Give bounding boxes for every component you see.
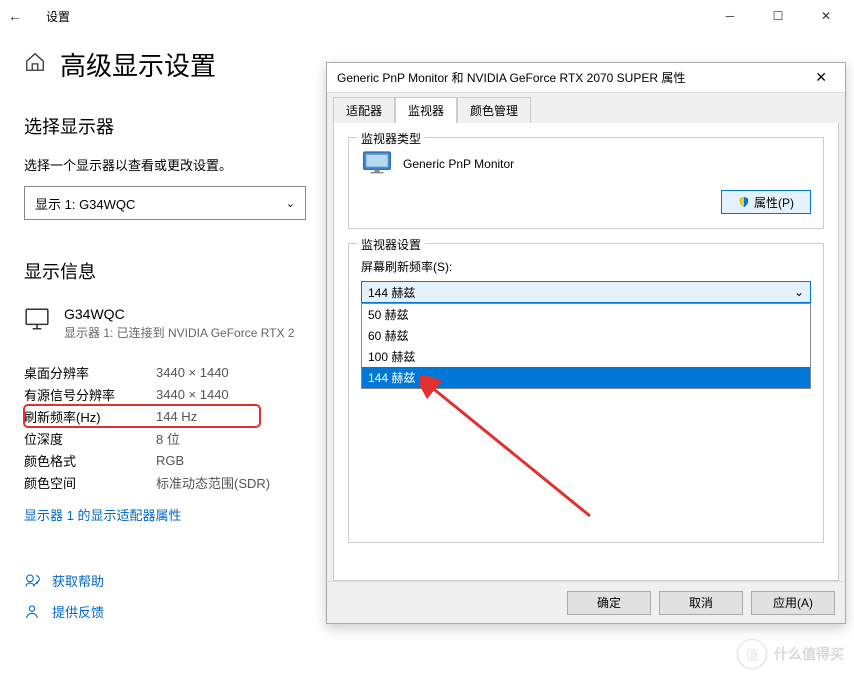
monitor-type-name: Generic PnP Monitor	[403, 157, 514, 171]
tab-monitor[interactable]: 监视器	[395, 97, 457, 123]
svg-text:值: 值	[745, 646, 759, 662]
refresh-rate-option[interactable]: 50 赫兹	[362, 304, 810, 325]
chevron-down-icon: ⌄	[794, 285, 804, 299]
properties-button[interactable]: 属性(P)	[721, 190, 811, 214]
monitor-desc: 显示器 1: 已连接到 NVIDIA GeForce RTX 2	[64, 324, 295, 341]
app-title: 设置	[46, 8, 70, 25]
refresh-rate-dropdown[interactable]: 144 赫兹 ⌄ 50 赫兹 60 赫兹 100 赫兹 144 赫兹	[361, 281, 811, 303]
watermark: 值 什么值得买	[736, 638, 844, 670]
maximize-button[interactable]: ☐	[758, 1, 798, 31]
refresh-rate-option[interactable]: 144 赫兹	[362, 367, 810, 388]
adapter-link[interactable]: 显示器 1 的显示适配器属性	[24, 505, 181, 524]
tab-adapter[interactable]: 适配器	[333, 97, 395, 123]
back-button[interactable]: ←	[8, 8, 22, 24]
monitor-properties-dialog: Generic PnP Monitor 和 NVIDIA GeForce RTX…	[326, 62, 846, 624]
dialog-close-button[interactable]: ✕	[807, 67, 835, 88]
dialog-titlebar: Generic PnP Monitor 和 NVIDIA GeForce RTX…	[327, 63, 845, 93]
ok-button[interactable]: 确定	[567, 591, 651, 615]
cancel-button[interactable]: 取消	[659, 591, 743, 615]
info-row-refresh: 刷新频率(Hz)144 Hz	[24, 405, 260, 427]
chevron-down-icon: ⌄	[286, 197, 295, 210]
minimize-button[interactable]: ─	[710, 1, 750, 31]
dialog-panel: 监视器类型 Generic PnP Monitor 属性(P) 监视器设置 屏幕…	[333, 123, 839, 581]
refresh-rate-label: 屏幕刷新频率(S):	[361, 258, 811, 275]
group-monitor-settings: 监视器设置 屏幕刷新频率(S): 144 赫兹 ⌄ 50 赫兹 60 赫兹 10…	[348, 243, 824, 543]
monitor-name: G34WQC	[64, 306, 295, 322]
monitor-device-icon	[361, 148, 393, 180]
home-icon[interactable]	[24, 51, 46, 78]
close-button[interactable]: ✕	[806, 1, 846, 31]
titlebar: ← 设置 ─ ☐ ✕	[0, 0, 854, 32]
monitor-icon	[24, 306, 50, 337]
tab-color[interactable]: 颜色管理	[457, 97, 531, 123]
refresh-rate-list: 50 赫兹 60 赫兹 100 赫兹 144 赫兹	[361, 303, 811, 389]
shield-icon	[738, 196, 750, 208]
refresh-rate-selected: 144 赫兹	[368, 284, 415, 301]
dialog-tabs: 适配器 监视器 颜色管理	[327, 93, 845, 123]
refresh-rate-option[interactable]: 60 赫兹	[362, 325, 810, 346]
display-select[interactable]: 显示 1: G34WQC ⌄	[24, 186, 306, 220]
refresh-rate-option[interactable]: 100 赫兹	[362, 346, 810, 367]
group-monitor-type: 监视器类型 Generic PnP Monitor 属性(P)	[348, 137, 824, 229]
apply-button[interactable]: 应用(A)	[751, 591, 835, 615]
page-title: 高级显示设置	[60, 46, 216, 83]
dialog-title: Generic PnP Monitor 和 NVIDIA GeForce RTX…	[337, 69, 685, 86]
display-select-value: 显示 1: G34WQC	[35, 194, 135, 213]
